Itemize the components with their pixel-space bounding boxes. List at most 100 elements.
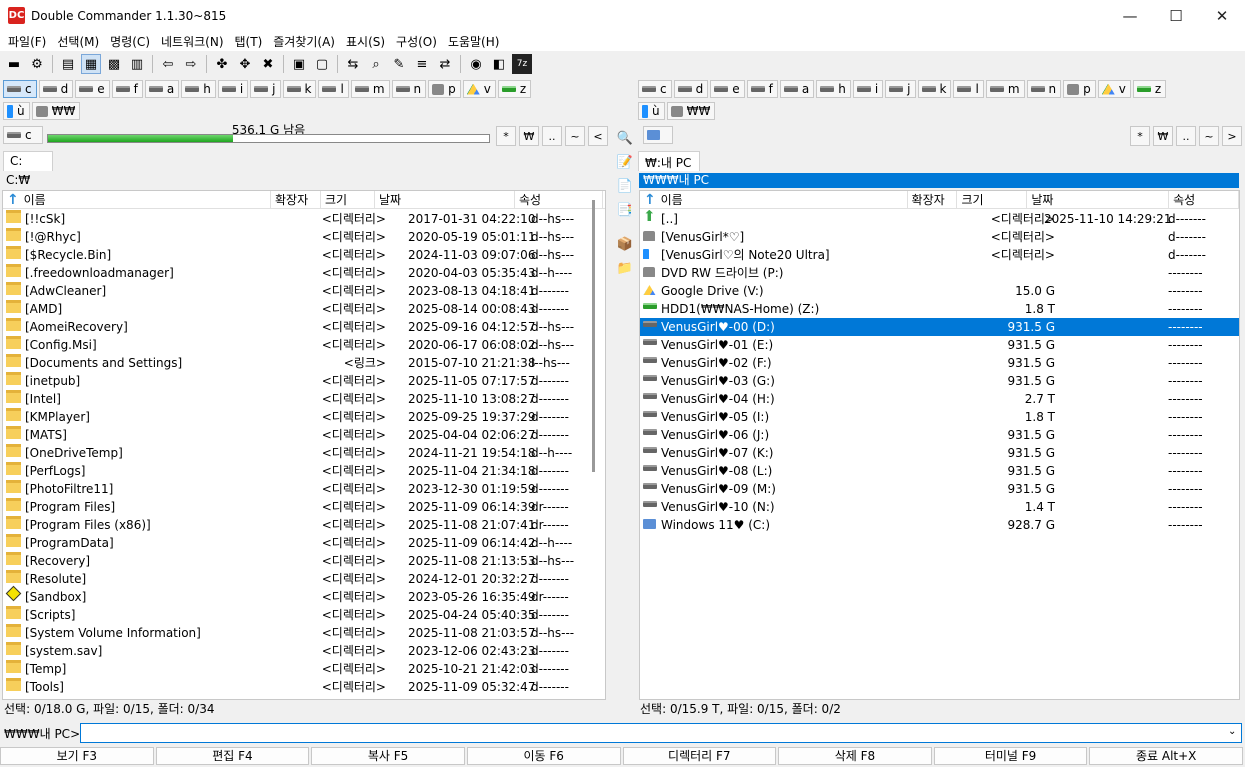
new-folder-icon[interactable]: 📁 [615,258,635,278]
file-row[interactable]: VenusGirl♥-01 (E:) 931.5 G -------- [640,336,1239,354]
right-col-4[interactable]: 속성 [1169,191,1239,209]
left-path-button-2[interactable]: .. [542,126,562,146]
thumbnails-view-icon[interactable]: ▩ [104,54,124,74]
file-row[interactable]: [Program Files] <디렉터리> 2025-11-09 06:14:39… [3,498,605,516]
file-row[interactable]: VenusGirl♥-03 (G:) 931.5 G -------- [640,372,1239,390]
right-drive-button-3[interactable]: f [746,80,778,98]
menu-item-0[interactable]: 파일(F) [4,33,50,50]
right-col-3[interactable]: 날짜 [1027,191,1170,209]
file-row[interactable]: Windows 11♥ (C:) 928.7 G -------- [640,516,1239,534]
right-drive-button-13[interactable]: v [1097,80,1131,98]
unpack-icon[interactable]: ▢ [312,54,332,74]
file-row[interactable]: VenusGirl♥-02 (F:) 931.5 G -------- [640,354,1239,372]
file-row[interactable]: [AomeiRecovery] <디렉터리> 2025-09-16 04:12:57… [3,318,605,336]
left-drive-button-14[interactable]: z [497,80,532,98]
7zip-icon[interactable]: 7z [512,54,532,74]
right-drive-button-10[interactable]: m [985,80,1025,98]
pack-icon[interactable]: 📦 [615,234,635,254]
right-drive-button-1[interactable]: ₩₩ [666,102,716,120]
file-row[interactable]: [Resolute] <디렉터리> 2024-12-01 20:32:27 d----… [3,570,605,588]
file-row[interactable]: [KMPlayer] <디렉터리> 2025-09-25 19:37:29 d----… [3,408,605,426]
right-drive-button-8[interactable]: k [917,80,952,98]
file-row[interactable]: [Intel] <디렉터리> 2025-11-10 13:08:27 d------- [3,390,605,408]
file-row[interactable]: [Recovery] <디렉터리> 2025-11-08 21:13:53 d--hs… [3,552,605,570]
close-button[interactable]: ✕ [1199,0,1245,31]
left-drive-button-6[interactable]: i [217,80,249,98]
left-scrollbar[interactable] [592,200,595,472]
right-drive-button-0[interactable]: ù [638,102,665,120]
file-row[interactable]: [.freedownloadmanager] <디렉터리> 2020-04-03 0… [3,264,605,282]
left-drive-button-11[interactable]: n [391,80,427,98]
right-path-button-1[interactable]: ₩ [1153,126,1173,146]
file-row[interactable]: [System Volume Information] <디렉터리> 2025-11… [3,624,605,642]
fkey-button-1[interactable]: 편집 F4 [155,747,310,765]
left-path-button-0[interactable]: * [496,126,516,146]
file-row[interactable]: VenusGirl♥-10 (N:) 1.4 T -------- [640,498,1239,516]
right-drive-button-2[interactable]: e [710,80,745,98]
left-path-button-3[interactable]: ~ [565,126,585,146]
flat-view-icon[interactable]: ▥ [127,54,147,74]
right-drive-button-7[interactable]: j [885,80,916,98]
notes-icon[interactable]: ◧ [489,54,509,74]
maximize-button[interactable]: ☐ [1153,0,1199,31]
file-row[interactable]: HDD1(₩₩NAS-Home) (Z:) 1.8 T -------- [640,300,1239,318]
menu-item-2[interactable]: 명령(C) [106,33,154,50]
left-drive-button-5[interactable]: h [181,80,216,98]
right-drive-button-12[interactable]: p [1063,80,1096,98]
file-row[interactable]: [Temp] <디렉터리> 2025-10-21 21:42:03 d------- [3,660,605,678]
copy-icon[interactable]: ✤ [212,54,232,74]
left-drive-button-1[interactable]: d [38,80,74,98]
copy-icon[interactable]: 📄 [615,176,635,196]
file-row[interactable]: [Program Files (x86)] <디렉터리> 2025-11-08 21… [3,516,605,534]
fkey-button-2[interactable]: 복사 F5 [311,747,465,765]
right-col-2[interactable]: 크기 [957,191,1028,209]
left-col-3[interactable]: 날짜 [375,191,515,209]
fkey-button-6[interactable]: 터미널 F9 [933,747,1088,765]
file-row[interactable]: [inetpub] <디렉터리> 2025-11-05 07:17:57 d-----… [3,372,605,390]
delete-icon[interactable]: ✖ [258,54,278,74]
left-path-button-1[interactable]: ₩ [519,126,539,146]
file-row[interactable]: VenusGirl♥-04 (H:) 2.7 T -------- [640,390,1239,408]
left-drive-button-4[interactable]: a [144,80,180,98]
right-path-button-2[interactable]: .. [1176,126,1196,146]
file-row[interactable]: VenusGirl♥-08 (L:) 931.5 G -------- [640,462,1239,480]
left-drive-button-3[interactable]: f [111,80,143,98]
settings-icon[interactable]: ⚙ [27,54,47,74]
file-row[interactable]: [system.sav] <디렉터리> 2023-12-06 02:43:23 d--… [3,642,605,660]
file-row[interactable]: [!!cSk] <디렉터리> 2017-01-31 04:22:10 d--hs--- [3,210,605,228]
right-path-button-3[interactable]: ~ [1199,126,1219,146]
command-line-input[interactable] [80,723,1242,743]
file-row[interactable]: Google Drive (V:) 15.0 G -------- [640,282,1239,300]
right-drive-button-1[interactable]: d [673,80,709,98]
left-drive-select[interactable]: c [3,126,43,144]
search-icon[interactable]: ⌕ [366,54,386,74]
left-path-button-4[interactable]: < [588,126,608,146]
right-drive-button-14[interactable]: z [1132,80,1167,98]
file-row[interactable]: [PerfLogs] <디렉터리> 2025-11-04 21:34:18 d----… [3,462,605,480]
right-drive-select[interactable] [643,126,673,144]
left-drive-button-9[interactable]: l [318,80,349,98]
fkey-button-5[interactable]: 삭제 F8 [778,747,932,765]
menu-item-7[interactable]: 구성(O) [392,33,441,50]
right-drive-button-6[interactable]: i [852,80,884,98]
menu-item-8[interactable]: 도움말(H) [444,33,504,50]
right-drive-button-11[interactable]: n [1026,80,1062,98]
brief-view-icon[interactable]: ▤ [58,54,78,74]
left-col-1[interactable]: 확장자 [271,191,321,209]
left-drive-button-0[interactable]: ù [3,102,30,120]
right-file-panel[interactable]: ↑ 이름 확장자 크기 날짜 속성 ⬆ [..] <디렉터리> 2025-11-10 14:29… [639,190,1240,700]
chevron-down-icon[interactable]: ⌄ [1228,726,1236,737]
right-drive-button-4[interactable]: a [779,80,815,98]
left-drive-button-7[interactable]: j [250,80,281,98]
left-drive-button-10[interactable]: m [350,80,390,98]
file-row[interactable]: [AdwCleaner] <디렉터리> 2023-08-13 04:18:41 d--… [3,282,605,300]
fkey-button-7[interactable]: 종료 Alt+X [1089,747,1243,765]
left-col-0[interactable]: ↑ 이름 [3,191,271,209]
left-drive-button-12[interactable]: p [428,80,461,98]
terminal-icon[interactable]: ▬ [4,54,24,74]
sync-left-icon[interactable]: ⇦ [158,54,178,74]
view-icon[interactable]: 🔍 [615,128,635,148]
file-row[interactable]: VenusGirl♥-06 (J:) 931.5 G -------- [640,426,1239,444]
file-row[interactable]: DVD RW 드라이브 (P:) -------- [640,264,1239,282]
pack-icon[interactable]: ▣ [289,54,309,74]
